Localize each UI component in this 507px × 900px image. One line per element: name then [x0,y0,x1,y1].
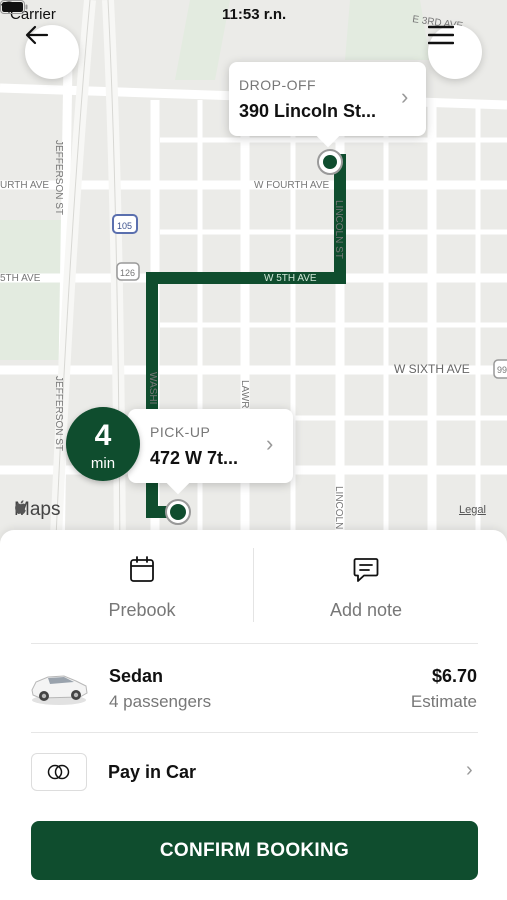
payment-method-row[interactable]: Pay in Car › [0,750,507,806]
dropoff-callout[interactable]: DROP-OFF 390 Lincoln St... › [229,62,426,136]
vehicle-capacity: 4 passengers [109,692,212,711]
pickup-address: 472 W 7t... [150,448,239,468]
map-label: W SIXTH AVE [394,362,470,376]
chevron-right-icon: › [401,84,409,109]
back-button[interactable] [25,25,79,79]
prebook-button[interactable]: Prebook [31,556,253,636]
cash-icon [47,764,70,780]
status-bar: Carrier 11:53 r.n. [0,0,507,28]
map-label: 105 [117,221,132,231]
menu-button[interactable] [428,25,482,79]
sedan-car-image [31,675,88,705]
booking-sheet: Prebook Add note Sedan 4 passengers $6.7… [0,530,507,900]
pickup-callout[interactable]: PICK-UP 472 W 7t... › [128,409,293,483]
dropoff-address: 390 Lincoln St... [239,101,377,121]
vehicle-name: Sedan [109,666,164,686]
chevron-right-icon: › [466,759,473,781]
divider [31,732,478,733]
pickup-label: PICK-UP [150,424,211,440]
payment-label: Pay in Car [108,762,197,782]
map-label: LAWR [239,380,250,409]
maps-logo: Maps [14,499,60,521]
map-label: W 5TH AVE [264,273,317,284]
clock-label: 11:53 r.n. [222,6,287,23]
map-label: JEFFERSON ST [53,376,64,451]
fare-price: $6.70 [431,666,477,686]
map-label: URTH AVE [0,180,49,191]
battery-icon [0,0,28,14]
arrow-left-icon [25,25,49,45]
note-icon [353,558,379,582]
payment-icon-box [31,753,87,791]
map-label: LINCOLN [333,486,344,529]
map-view[interactable]: E 3RD AVE JEFFERSON ST URTH AVE W FOURTH… [0,0,507,560]
map-label: 99 [497,365,507,375]
map-label: LINCOLN ST [333,200,344,259]
map-label: 5TH AVE [0,273,41,284]
map-label: WASHI [147,372,158,404]
add-note-label: Add note [329,600,403,620]
divider [31,643,478,644]
fare-note: Estimate [410,692,477,711]
legal-link[interactable]: Legal [459,504,486,516]
map-label: JEFFERSON ST [53,140,64,215]
divider [253,548,254,622]
confirm-booking-button[interactable]: CONFIRM BOOKING [31,821,478,880]
eta-badge: 4 min [66,407,140,481]
chevron-right-icon: › [266,431,274,456]
map-label: W FOURTH AVE [254,180,330,191]
calendar-icon [130,556,154,582]
dropoff-label: DROP-OFF [239,77,317,93]
prebook-label: Prebook [108,600,176,620]
map-label: 126 [120,268,135,278]
apple-logo-icon [15,500,26,514]
hamburger-icon [428,25,454,45]
eta-unit: min [90,455,116,472]
add-note-button[interactable]: Add note [255,556,477,636]
eta-value: 4 [94,419,112,452]
